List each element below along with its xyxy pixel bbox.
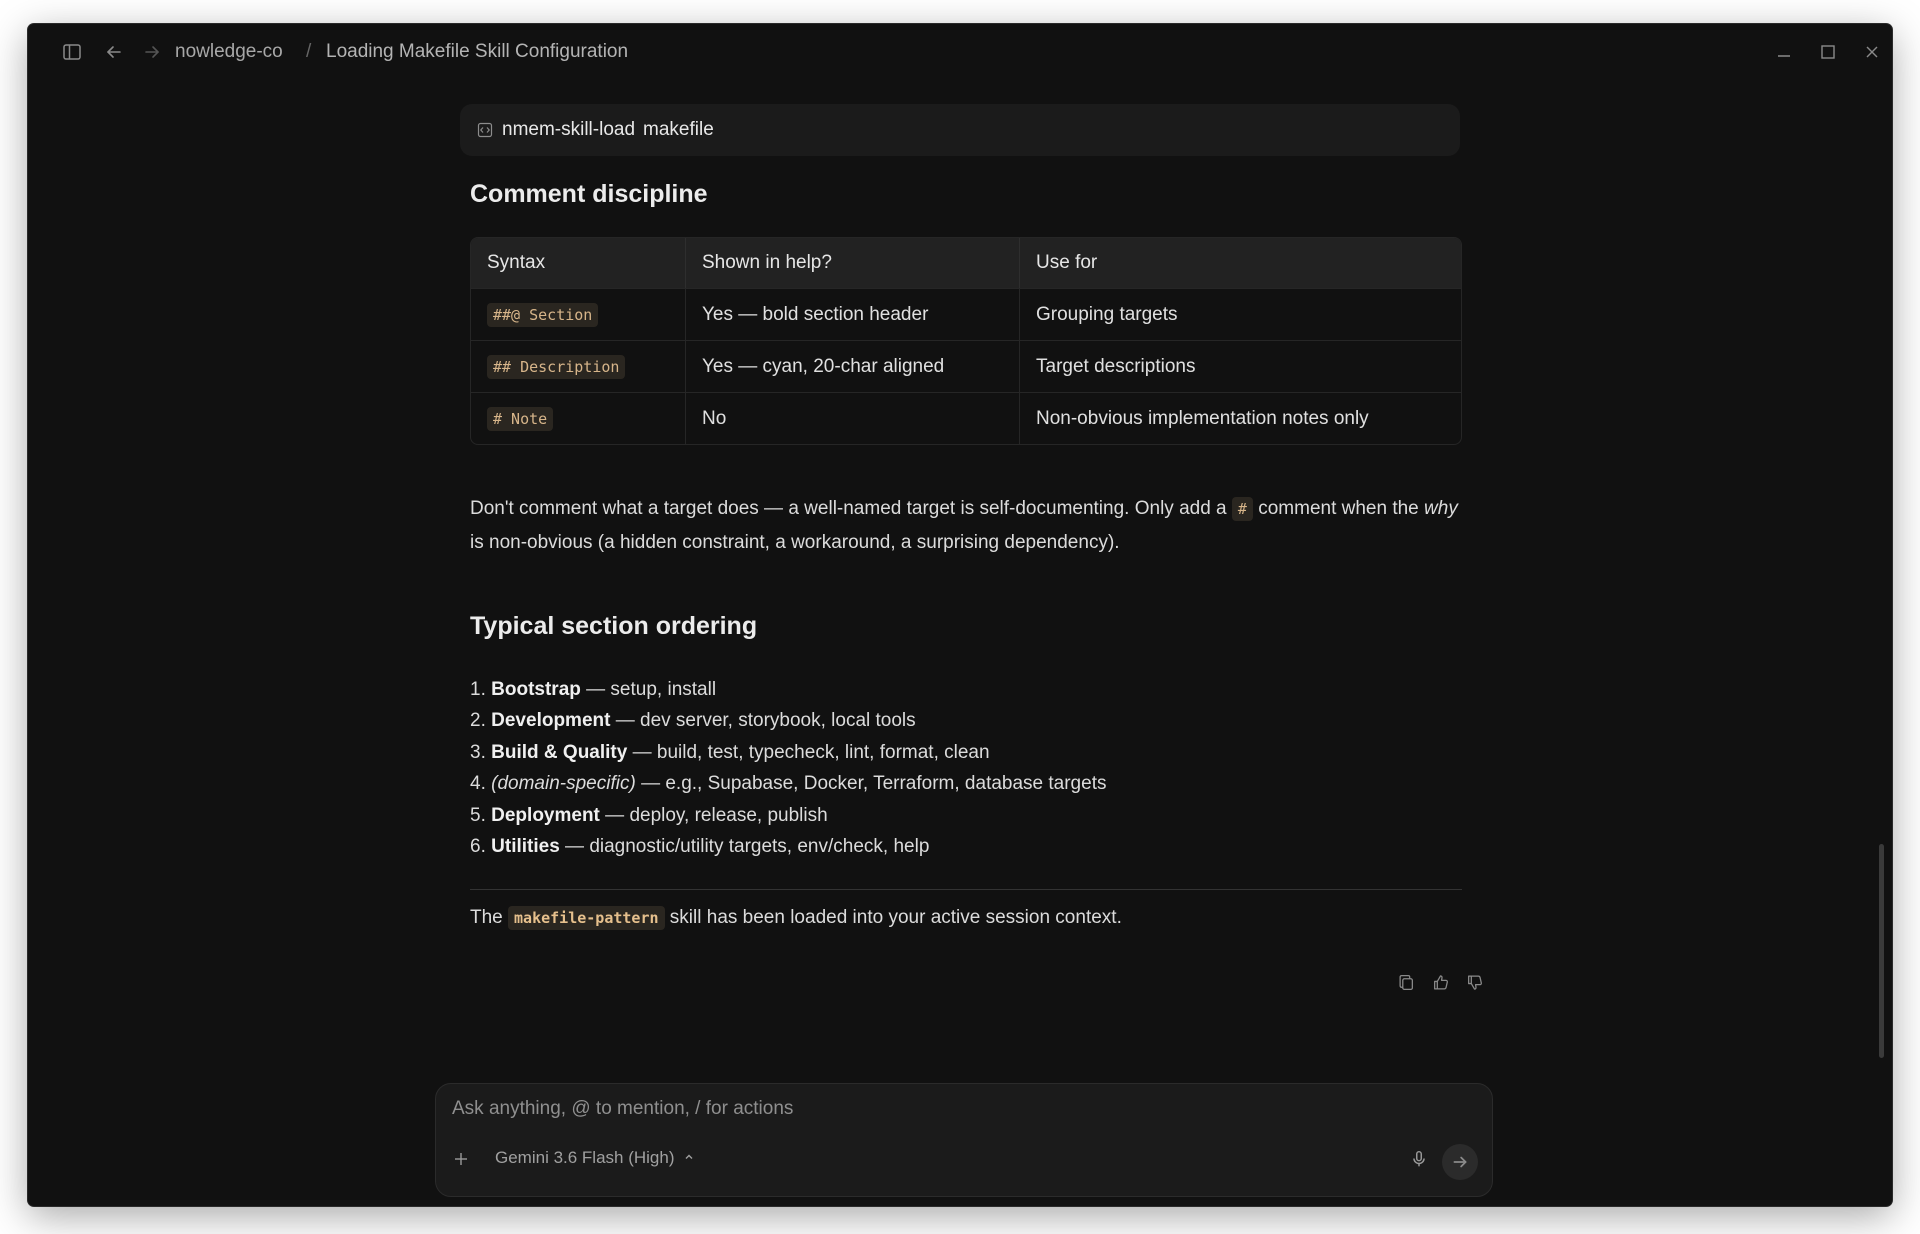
forward-arrow-icon[interactable]	[138, 38, 166, 66]
table-header-row: Syntax Shown in help? Use for	[471, 238, 1461, 288]
list-item: 2. Development — dev server, storybook, …	[470, 710, 916, 732]
shown-cell: Yes — cyan, 20-char aligned	[686, 340, 1020, 392]
thumbs-up-icon[interactable]	[1430, 972, 1450, 992]
copy-icon[interactable]	[1396, 972, 1416, 992]
section-heading-ordering: Typical section ordering	[470, 612, 758, 640]
shown-cell: Yes — bold section header	[686, 288, 1020, 340]
thumbs-down-icon[interactable]	[1464, 972, 1484, 992]
divider	[470, 889, 1462, 890]
message-actions	[1396, 972, 1484, 992]
column-header: Shown in help?	[686, 238, 1020, 288]
syntax-cell: ## Description	[471, 340, 686, 392]
inline-code-hash: #	[1231, 497, 1253, 521]
inline-code: ## Description	[487, 354, 626, 379]
message-composer[interactable]: Ask anything, @ to mention, / for action…	[435, 1083, 1493, 1197]
breadcrumb-workspace[interactable]: nowledge-co	[175, 24, 283, 80]
list-item: 6. Utilities — diagnostic/utility target…	[470, 835, 930, 857]
paragraph-text: Don't comment what a target does — a wel…	[470, 498, 1232, 519]
model-selector[interactable]: Gemini 3.6 Flash (High)	[495, 1148, 695, 1168]
maximize-icon[interactable]	[1812, 36, 1844, 68]
skill-loaded-message: The makefile-pattern skill has been load…	[470, 902, 1122, 934]
minimize-icon[interactable]	[1768, 36, 1800, 68]
add-attachment-icon[interactable]	[450, 1148, 472, 1170]
table-row: ##@ Section Yes — bold section header Gr…	[471, 288, 1461, 340]
shown-cell: No	[686, 392, 1020, 444]
use-cell: Grouping targets	[1020, 288, 1461, 340]
inline-code-skill: makefile-pattern	[508, 906, 665, 930]
app-window: nowledge-co / Loading Makefile Skill Con…	[28, 24, 1892, 1206]
use-cell: Non-obvious implementation notes only	[1020, 392, 1461, 444]
breadcrumb-separator: /	[306, 41, 312, 62]
paragraph-emphasis: why	[1424, 498, 1458, 519]
list-item: 4. (domain-specific) — e.g., Supabase, D…	[470, 773, 1107, 795]
model-name: Gemini 3.6 Flash (High)	[495, 1148, 675, 1167]
list-item: 1. Bootstrap — setup, install	[470, 679, 717, 700]
list-item: 3. Build & Quality — build, test, typech…	[470, 741, 990, 763]
syntax-cell: # Note	[471, 392, 686, 444]
code-block-icon	[476, 121, 494, 139]
paragraph-text: is non-obvious (a hidden constraint, a w…	[470, 532, 1120, 553]
chevron-up-icon	[683, 1148, 695, 1168]
page-title: Loading Makefile Skill Configuration	[326, 41, 629, 62]
composer-input[interactable]: Ask anything, @ to mention, / for action…	[452, 1098, 793, 1120]
message-text: skill has been loaded into your active s…	[664, 907, 1122, 928]
section-heading-comment-discipline: Comment discipline	[470, 180, 708, 208]
list-item: 5. Deployment — deploy, release, publish	[470, 804, 828, 826]
section-ordering-list: 1. Bootstrap — setup, install 2. Develop…	[470, 674, 1106, 862]
tool-call-card[interactable]: nmem-skill-load makefile	[460, 104, 1460, 156]
send-button[interactable]	[1442, 1144, 1478, 1180]
tool-name: nmem-skill-load	[502, 119, 636, 140]
table-row: # Note No Non-obvious implementation not…	[471, 392, 1461, 444]
scrollbar-thumb[interactable]	[1879, 844, 1884, 1058]
comment-guidance-paragraph: Don't comment what a target does — a wel…	[470, 492, 1460, 559]
use-cell: Target descriptions	[1020, 340, 1461, 392]
back-arrow-icon[interactable]	[100, 38, 128, 66]
column-header: Use for	[1020, 238, 1461, 288]
column-header: Syntax	[471, 238, 686, 288]
title-bar: nowledge-co / Loading Makefile Skill Con…	[28, 24, 1892, 80]
inline-code: # Note	[487, 406, 554, 431]
comment-syntax-table: Syntax Shown in help? Use for ##@ Sectio…	[470, 237, 1462, 445]
table-row: ## Description Yes — cyan, 20-char align…	[471, 340, 1461, 392]
message-text: The	[470, 907, 509, 928]
send-arrow-icon	[1453, 1156, 1467, 1168]
tool-argument: makefile	[643, 119, 714, 140]
inline-code: ##@ Section	[487, 302, 599, 327]
syntax-cell: ##@ Section	[471, 288, 686, 340]
close-icon[interactable]	[1856, 36, 1888, 68]
paragraph-text: comment when the	[1252, 498, 1425, 519]
sidebar-toggle-icon[interactable]	[58, 38, 86, 66]
microphone-icon[interactable]	[1408, 1148, 1430, 1170]
